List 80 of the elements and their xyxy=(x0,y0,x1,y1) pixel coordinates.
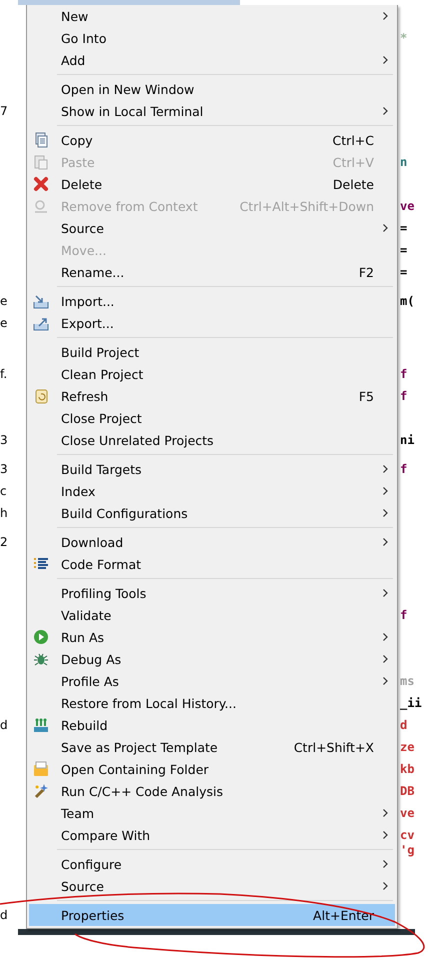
code-text: ni xyxy=(399,433,414,447)
menu-item[interactable]: Build Targets xyxy=(29,458,395,480)
code-text: ve xyxy=(399,806,414,820)
wand-icon xyxy=(33,783,49,799)
explorer-text: d xyxy=(0,718,8,732)
list-icon xyxy=(33,556,49,572)
explorer-text: e xyxy=(0,316,8,330)
explorer-text: h xyxy=(0,506,8,520)
code-text: f xyxy=(399,389,408,403)
menu-item[interactable]: Go Into xyxy=(29,27,395,49)
code-text: = xyxy=(399,243,408,257)
refresh-icon xyxy=(33,388,49,404)
menu-item[interactable]: Code Format xyxy=(29,553,395,575)
menu-item[interactable]: Validate xyxy=(29,604,395,626)
menu-item[interactable]: New xyxy=(29,5,395,27)
bug-icon xyxy=(33,651,49,667)
menu-item[interactable]: Clean Project xyxy=(29,363,395,385)
code-text: 'g xyxy=(399,842,414,856)
menu-item[interactable]: Refresh F5 xyxy=(29,385,395,407)
code-text: ze xyxy=(399,740,414,754)
menu-item[interactable]: Build Configurations xyxy=(29,502,395,524)
menu-item[interactable]: Debug As xyxy=(29,648,395,670)
explorer-text: 3 xyxy=(0,433,8,447)
menu-item[interactable]: Restore from Local History... xyxy=(29,692,395,714)
run-icon xyxy=(33,629,49,645)
menu-item[interactable]: Run As xyxy=(29,626,395,648)
explorer-text: 2 xyxy=(0,535,8,549)
menu-item[interactable]: Compare With xyxy=(29,824,395,846)
folder-icon xyxy=(33,761,49,777)
menu-item[interactable]: Open Containing Folder xyxy=(29,758,395,780)
menu-item[interactable]: Source xyxy=(29,875,395,897)
code-text: ve xyxy=(399,199,414,213)
import-icon xyxy=(33,293,49,309)
menu-item[interactable]: Rename... F2 xyxy=(29,261,395,283)
menu-item[interactable]: Close Project xyxy=(29,407,395,429)
menu-item[interactable]: Show in Local Terminal xyxy=(29,100,395,122)
code-text: ms xyxy=(399,674,414,688)
menu-item[interactable]: Rebuild xyxy=(29,714,395,736)
code-text: f xyxy=(399,608,408,622)
menu-item[interactable]: Download xyxy=(29,531,395,553)
menu-item[interactable]: Profile As xyxy=(29,670,395,692)
menu-item[interactable]: Copy Ctrl+C xyxy=(29,129,395,151)
code-text: f xyxy=(399,462,408,476)
explorer-text: d xyxy=(0,908,8,922)
menu-item[interactable]: Build Project xyxy=(29,341,395,363)
code-text: DB xyxy=(399,784,414,798)
copy-icon xyxy=(33,132,49,148)
code-text: n xyxy=(399,155,408,169)
menu-item[interactable]: Open in New Window xyxy=(29,78,395,100)
remove-icon xyxy=(33,198,49,214)
code-text: m( xyxy=(399,294,414,308)
explorer-text: e xyxy=(0,294,8,308)
code-text: cv xyxy=(399,828,414,842)
explorer-text: 3 xyxy=(0,462,8,476)
paste-icon xyxy=(33,154,49,170)
menu-item[interactable]: Properties Alt+Enter xyxy=(29,904,395,926)
menu-item[interactable]: Export... xyxy=(29,312,395,334)
code-text: * xyxy=(399,31,408,45)
code-text: = xyxy=(399,221,408,235)
delete-icon xyxy=(33,176,49,192)
menu-item[interactable]: Profiling Tools xyxy=(29,582,395,604)
code-text: _ii xyxy=(399,696,422,710)
menu-item[interactable]: Delete Delete xyxy=(29,173,395,195)
menu-item[interactable]: Run C/C++ Code Analysis xyxy=(29,780,395,802)
menu-item[interactable]: Team xyxy=(29,802,395,824)
menu-item[interactable]: Add xyxy=(29,49,395,71)
code-text: = xyxy=(399,265,408,279)
menu-item[interactable]: Source xyxy=(29,217,395,239)
rebuild-icon xyxy=(33,717,49,733)
menu-item[interactable]: Configure xyxy=(29,853,395,875)
menu-item[interactable]: Close Unrelated Projects xyxy=(29,429,395,451)
code-text: kb xyxy=(399,762,414,776)
code-text: d xyxy=(399,718,408,732)
explorer-text: f. xyxy=(0,367,8,381)
explorer-text: c xyxy=(0,484,7,498)
code-text: f xyxy=(399,367,408,381)
menu-item[interactable]: Save as Project Template Ctrl+Shift+X xyxy=(29,736,395,758)
menu-item[interactable]: Index xyxy=(29,480,395,502)
menu-item[interactable]: Import... xyxy=(29,290,395,312)
explorer-text: 7 xyxy=(0,104,8,118)
